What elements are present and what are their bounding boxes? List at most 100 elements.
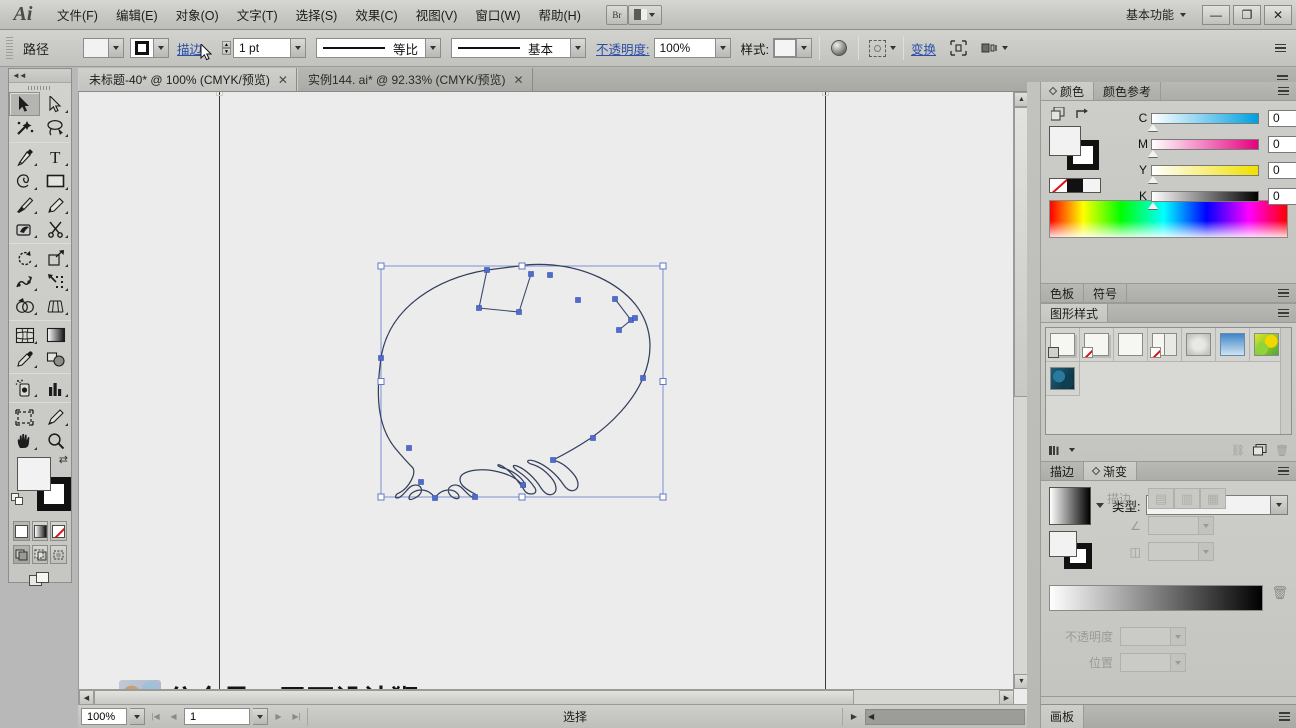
- tab-gradient[interactable]: 渐变: [1084, 462, 1138, 480]
- canvas-vertical-scrollbar[interactable]: ▲ ▼: [1013, 92, 1028, 689]
- gradient-angle-field[interactable]: [1148, 516, 1214, 535]
- horizontal-scroll-thumb[interactable]: [94, 690, 854, 704]
- swatch-black[interactable]: [1066, 179, 1084, 192]
- gradient-within-stroke-icon[interactable]: ▤: [1148, 488, 1174, 509]
- stroke-weight-field[interactable]: 1 pt: [233, 38, 292, 58]
- perspective-grid-tool[interactable]: [40, 294, 71, 318]
- document-tab-2[interactable]: 实例144. ai* @ 92.33% (CMYK/预览) ✕: [296, 68, 533, 91]
- draw-normal-mode-button[interactable]: [13, 545, 30, 564]
- gradient-along-stroke-icon[interactable]: ▥: [1174, 488, 1200, 509]
- menu-file[interactable]: 文件(F): [48, 1, 107, 28]
- document-tab-2-close-icon[interactable]: ✕: [514, 73, 524, 87]
- none-mode-button[interactable]: [50, 521, 68, 541]
- select-similar-chevron-down-icon[interactable]: [889, 46, 896, 50]
- menu-window[interactable]: 窗口(W): [466, 1, 529, 28]
- canvas-horizontal-scrollbar[interactable]: ◀ ▶: [79, 689, 1014, 704]
- column-graph-tool[interactable]: [40, 376, 71, 400]
- stepper-down-icon[interactable]: ▼: [222, 48, 232, 55]
- styles-library-chevron-down-icon[interactable]: [1069, 448, 1075, 452]
- last-artboard-icon[interactable]: ▶|: [289, 708, 304, 725]
- swatch-none[interactable]: [1050, 179, 1067, 192]
- minimize-button[interactable]: —: [1202, 4, 1230, 25]
- graphic-styles-flyout-icon[interactable]: [1278, 304, 1296, 322]
- color-panel-flyout-icon[interactable]: [1278, 82, 1296, 100]
- zoom-tool[interactable]: [40, 429, 71, 453]
- symbol-sprayer-tool[interactable]: [9, 376, 40, 400]
- document-tab-1[interactable]: 未标题-40* @ 100% (CMYK/预览) ✕: [78, 68, 297, 91]
- gradient-slider-ramp[interactable]: [1049, 585, 1264, 611]
- color-mode-button[interactable]: [13, 521, 30, 541]
- menu-edit[interactable]: 编辑(E): [107, 1, 167, 28]
- graphic-style-item[interactable]: [1182, 328, 1216, 362]
- tab-artboards[interactable]: 画板: [1041, 705, 1085, 728]
- graphic-style-item[interactable]: [1148, 328, 1182, 362]
- slider-track-k[interactable]: [1148, 190, 1259, 209]
- status-text[interactable]: 选择: [307, 707, 843, 726]
- fill-chevron-down-icon[interactable]: [108, 39, 123, 57]
- slider-value-m[interactable]: 0: [1268, 135, 1296, 153]
- artboards-panel-flyout-icon[interactable]: [1279, 705, 1296, 728]
- tab-swatches[interactable]: 色板: [1041, 284, 1085, 302]
- tab-stroke[interactable]: 描边: [1041, 462, 1085, 480]
- isolate-opacity-icon[interactable]: [827, 37, 851, 59]
- swatch-white[interactable]: [1083, 179, 1101, 192]
- rectangle-tool[interactable]: [40, 169, 71, 193]
- graphic-style-item[interactable]: [1250, 328, 1284, 362]
- slice-tool[interactable]: [40, 405, 71, 429]
- slider-value-c[interactable]: 0: [1268, 109, 1296, 127]
- vertical-scroll-thumb[interactable]: [1014, 107, 1028, 397]
- hair-outline-artwork[interactable]: [79, 92, 1028, 704]
- gradient-tool[interactable]: [40, 323, 71, 347]
- bridge-icon[interactable]: Br: [605, 4, 628, 25]
- stroke-options-link[interactable]: 描边: [177, 39, 202, 58]
- blob-brush-tool[interactable]: [9, 217, 40, 241]
- next-artboard-icon[interactable]: ▶: [271, 708, 286, 725]
- lasso-tool[interactable]: [40, 116, 71, 140]
- graphic-style-item[interactable]: [1114, 328, 1148, 362]
- gradient-preview-thumb[interactable]: [1049, 487, 1091, 525]
- swap-fill-stroke-icon[interactable]: ⇄: [59, 453, 68, 466]
- direct-selection-tool[interactable]: [40, 92, 71, 116]
- tab-color-guide[interactable]: 颜色参考: [1094, 82, 1162, 100]
- opacity-field[interactable]: 100%: [653, 38, 716, 58]
- menu-help[interactable]: 帮助(H): [530, 1, 590, 28]
- shape-builder-tool[interactable]: [9, 294, 40, 318]
- graphic-style-swatch[interactable]: [772, 38, 812, 58]
- align-objects-icon[interactable]: [946, 37, 970, 59]
- graphic-styles-scrollbar[interactable]: [1280, 328, 1291, 434]
- zoom-level-chevron-down-icon[interactable]: [130, 708, 145, 725]
- hand-tool[interactable]: [9, 429, 40, 453]
- control-bar-grip[interactable]: [6, 37, 13, 59]
- opacity-chevron-down-icon[interactable]: [715, 38, 731, 58]
- workspace-chevron-down-icon[interactable]: [1180, 12, 1186, 17]
- swatches-panel-flyout-icon[interactable]: [1278, 284, 1296, 302]
- control-bar-flyout-icon[interactable]: [1275, 43, 1286, 53]
- select-similar-objects-icon[interactable]: [866, 37, 890, 59]
- type-tool[interactable]: T: [40, 145, 71, 169]
- gradient-mode-button[interactable]: [31, 521, 49, 541]
- blend-tool[interactable]: [40, 347, 71, 371]
- paintbrush-tool[interactable]: [9, 193, 40, 217]
- document-tab-1-close-icon[interactable]: ✕: [278, 73, 288, 87]
- stroke-weight-stepper[interactable]: ▲ ▼: [222, 41, 232, 55]
- slider-value-y[interactable]: 0: [1268, 161, 1296, 179]
- brush-chevron-down-icon[interactable]: [571, 38, 587, 58]
- scroll-right-icon[interactable]: ▶: [999, 690, 1014, 704]
- gradient-aspect-field[interactable]: [1148, 542, 1214, 561]
- tab-symbols[interactable]: 符号: [1084, 284, 1128, 302]
- graphic-style-chevron-down-icon[interactable]: [795, 39, 811, 57]
- slider-track-c[interactable]: [1148, 112, 1259, 131]
- magic-wand-tool[interactable]: [9, 116, 40, 140]
- gradient-fill-indicator[interactable]: [1049, 531, 1077, 557]
- artboard-chevron-down-icon[interactable]: [253, 708, 268, 725]
- tools-panel-header[interactable]: ◄◄: [9, 69, 71, 83]
- swap-fill-stroke-icon-panel[interactable]: [1075, 107, 1089, 124]
- free-transform-tool[interactable]: [40, 270, 71, 294]
- slider-track-m[interactable]: [1148, 138, 1259, 157]
- fill-color-indicator[interactable]: [17, 457, 51, 491]
- stroke-chevron-down-icon[interactable]: [153, 39, 168, 57]
- default-fill-stroke-icon[interactable]: [11, 493, 24, 506]
- menu-view[interactable]: 视图(V): [407, 1, 467, 28]
- dock-collapse-strip[interactable]: [1027, 82, 1041, 728]
- stroke-color-swatch[interactable]: [130, 38, 169, 58]
